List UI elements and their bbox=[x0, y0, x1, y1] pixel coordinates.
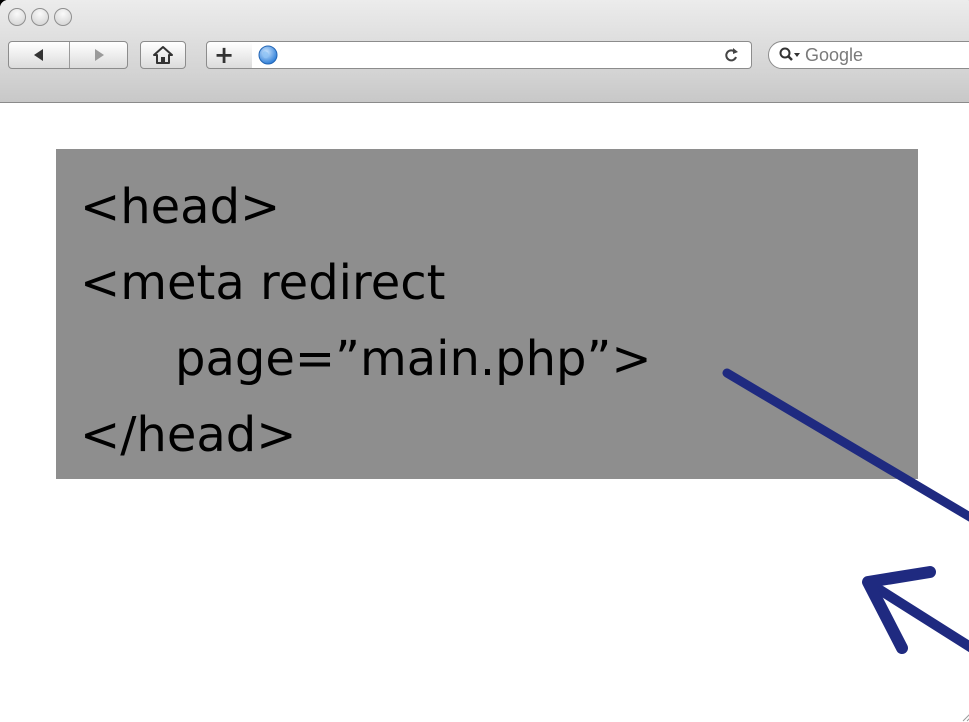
url-input[interactable] bbox=[282, 44, 686, 68]
code-line-head-open: <head> bbox=[80, 179, 281, 235]
code-line-meta: <meta redirect bbox=[80, 255, 446, 311]
code-line-head-close: </head> bbox=[80, 407, 297, 463]
forward-arrow-icon bbox=[95, 49, 104, 61]
magnifier-dropdown-icon[interactable] bbox=[779, 47, 801, 63]
home-button[interactable] bbox=[140, 41, 186, 69]
back-arrow-icon bbox=[34, 49, 43, 61]
code-block: <head> <meta redirect page=”main.php”> <… bbox=[56, 149, 918, 479]
browser-toolbar: + Google bbox=[0, 0, 969, 103]
page-content: <head> <meta redirect page=”main.php”> <… bbox=[0, 103, 969, 722]
search-placeholder: Google bbox=[805, 44, 864, 65]
add-bookmark-button[interactable]: + bbox=[206, 41, 254, 69]
back-button[interactable] bbox=[9, 42, 69, 68]
forward-button[interactable] bbox=[70, 42, 128, 68]
add-bookmark-label: + bbox=[213, 41, 235, 69]
back-forward-segment bbox=[8, 41, 128, 69]
globe-icon bbox=[258, 45, 278, 65]
browser-window: + Google <head> <meta redirect page=”mai… bbox=[0, 0, 969, 722]
minimize-window-button[interactable] bbox=[31, 8, 49, 26]
resize-grip-icon[interactable] bbox=[961, 708, 969, 722]
url-bar[interactable] bbox=[252, 41, 752, 69]
home-icon bbox=[153, 46, 173, 64]
search-field[interactable]: Google bbox=[768, 41, 969, 69]
close-window-button[interactable] bbox=[8, 8, 26, 26]
reload-icon[interactable] bbox=[723, 47, 739, 63]
code-line-page-attr: page=”main.php”> bbox=[175, 331, 652, 387]
zoom-window-button[interactable] bbox=[54, 8, 72, 26]
